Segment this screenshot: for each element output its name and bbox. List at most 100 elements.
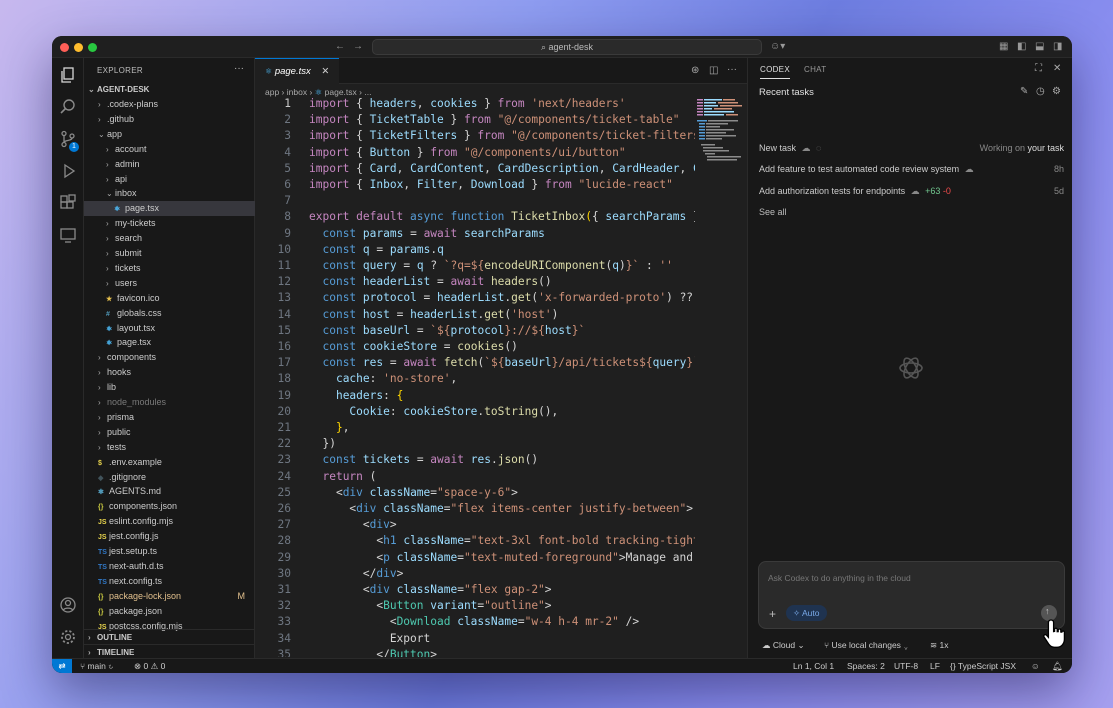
- tree-folder[interactable]: › prisma: [84, 410, 255, 425]
- tree-folder[interactable]: › tickets: [84, 261, 255, 276]
- run-debug-icon[interactable]: [59, 162, 77, 180]
- settings-gear-icon[interactable]: [59, 628, 77, 646]
- copilot-status-icon[interactable]: ☺: [1031, 659, 1040, 673]
- tree-file[interactable]: ⚛ page.tsx: [84, 201, 255, 217]
- tree-folder[interactable]: › tests: [84, 440, 255, 455]
- see-all-link[interactable]: See all: [759, 205, 1064, 219]
- history-icon[interactable]: ◷: [1036, 86, 1045, 97]
- remote-explorer-icon[interactable]: [59, 226, 77, 244]
- attempts-select[interactable]: ≋ 1x: [930, 640, 948, 651]
- new-task-icon[interactable]: ✎: [1020, 86, 1028, 97]
- branch-indicator[interactable]: ⑂ main ↻: [80, 659, 113, 673]
- tree-file[interactable]: ✱ AGENTS.md: [84, 484, 255, 499]
- tree-folder[interactable]: › users: [84, 276, 255, 291]
- indentation[interactable]: Spaces: 2: [847, 659, 885, 673]
- tree-file[interactable]: TS next.config.ts: [84, 574, 255, 589]
- forward-arrow-icon[interactable]: →: [353, 41, 363, 53]
- explorer-root-folder[interactable]: ⌄ AGENT-DESK: [84, 82, 255, 97]
- task-item[interactable]: Add feature to test automated code revie…: [759, 162, 1064, 176]
- tree-folder[interactable]: › components: [84, 350, 255, 365]
- close-window-button[interactable]: [60, 43, 69, 52]
- language-mode[interactable]: {} TypeScript JSX: [950, 659, 1016, 673]
- problems-indicator[interactable]: ⊗ 0 ⚠ 0: [134, 659, 165, 673]
- close-panel-icon[interactable]: ✕: [1053, 63, 1061, 74]
- line-number: 15: [277, 323, 291, 337]
- tree-folder[interactable]: › node_modules: [84, 395, 255, 410]
- customize-layout-icon[interactable]: ▦: [999, 41, 1008, 53]
- cursor-position[interactable]: Ln 1, Col 1: [793, 659, 834, 673]
- editor-more-icon[interactable]: ···: [727, 64, 737, 75]
- remote-indicator-icon[interactable]: ⇄: [52, 659, 72, 673]
- close-tab-icon[interactable]: ✕: [321, 66, 329, 77]
- tree-file[interactable]: $ .env.example: [84, 455, 255, 470]
- breadcrumb-item[interactable]: ...: [364, 87, 371, 97]
- minimap[interactable]: [695, 97, 747, 177]
- tree-folder[interactable]: › api: [84, 172, 255, 187]
- cloud-env-select[interactable]: ☁ Cloud ⌄: [762, 640, 805, 651]
- tree-file[interactable]: ⚛ page.tsx: [84, 335, 255, 350]
- cloud-icon: ☁: [964, 164, 974, 174]
- maximize-panel-icon[interactable]: ⛶: [1035, 63, 1042, 74]
- breadcrumb-item[interactable]: page.tsx: [325, 87, 357, 97]
- tree-folder[interactable]: ⌄ inbox: [84, 186, 255, 201]
- code-editor[interactable]: 1 2 3 4 5 6 7 8 9 10 11 12 13 14 15 16 17 18 19 20 21 22 23 24 2…: [255, 97, 695, 657]
- tree-file[interactable]: TS next-auth.d.ts: [84, 559, 255, 574]
- tree-file[interactable]: JS eslint.config.mjs: [84, 514, 255, 529]
- tab-page-tsx[interactable]: ⚛ page.tsx ✕: [255, 58, 339, 84]
- encoding[interactable]: UTF-8: [894, 659, 918, 673]
- timeline-section[interactable]: › TIMELINE: [84, 644, 255, 659]
- code-line: import { headers, cookies } from 'next/h…: [309, 97, 626, 110]
- tree-item-label: next-auth.d.ts: [109, 560, 164, 571]
- toggle-panel-icon[interactable]: ⬓: [1035, 41, 1044, 53]
- toggle-secondary-sidebar-icon[interactable]: ◨: [1053, 41, 1062, 53]
- maximize-window-button[interactable]: [88, 43, 97, 52]
- search-icon[interactable]: [59, 98, 77, 116]
- task-item[interactable]: Add authorization tests for endpoints ☁ …: [759, 184, 1064, 198]
- ts-file-icon: TS: [98, 563, 107, 571]
- chat-input[interactable]: Ask Codex to do anything in the cloud: [768, 573, 911, 583]
- tree-folder[interactable]: › admin: [84, 157, 255, 172]
- tree-file[interactable]: {} package.json: [84, 604, 255, 619]
- tree-folder[interactable]: › search: [84, 231, 255, 246]
- breadcrumb-item[interactable]: inbox: [287, 87, 307, 97]
- toggle-sidebar-icon[interactable]: ◧: [1017, 41, 1026, 53]
- tree-folder[interactable]: › account: [84, 142, 255, 157]
- notifications-icon[interactable]: 🔔︎: [1052, 659, 1063, 673]
- tree-file[interactable]: TS jest.setup.ts: [84, 544, 255, 559]
- auto-mode-button[interactable]: ✧ Auto: [786, 605, 827, 621]
- tab-chat[interactable]: CHAT: [804, 65, 826, 74]
- back-arrow-icon[interactable]: ←: [335, 41, 345, 53]
- tree-folder[interactable]: › hooks: [84, 365, 255, 380]
- task-new[interactable]: New task ☁ ◌ Working on your task: [759, 141, 1064, 155]
- tree-file[interactable]: # globals.css: [84, 306, 255, 321]
- minimize-window-button[interactable]: [74, 43, 83, 52]
- tree-folder[interactable]: › .codex-plans: [84, 97, 255, 112]
- tree-file[interactable]: ★ favicon.ico: [84, 291, 255, 306]
- tab-codex[interactable]: CODEX: [760, 65, 790, 79]
- tree-file[interactable]: ⚛ layout.tsx: [84, 321, 255, 336]
- copilot-edit-icon[interactable]: ⊛: [691, 65, 699, 76]
- tree-file[interactable]: {} components.json: [84, 499, 255, 514]
- settings-gear-icon[interactable]: ⚙: [1052, 86, 1061, 97]
- add-attachment-icon[interactable]: +: [769, 607, 776, 621]
- files-icon[interactable]: [59, 66, 77, 84]
- outline-section[interactable]: › OUTLINE: [84, 629, 255, 644]
- explorer-more-icon[interactable]: ···: [234, 63, 244, 74]
- accounts-icon[interactable]: [59, 596, 77, 614]
- tree-folder[interactable]: › my-tickets: [84, 216, 255, 231]
- breadcrumb-item[interactable]: app: [265, 87, 279, 97]
- tree-folder[interactable]: › lib: [84, 380, 255, 395]
- tree-folder[interactable]: ⌄ app: [84, 127, 255, 142]
- tree-file[interactable]: {} package-lock.json M: [84, 589, 255, 604]
- command-search-bar[interactable]: ⌕ agent-desk: [372, 39, 762, 55]
- local-changes-select[interactable]: ⑂ Use local changes ⌄: [824, 640, 908, 650]
- copilot-icon[interactable]: ☺▾: [770, 41, 785, 53]
- tree-folder[interactable]: › public: [84, 425, 255, 440]
- tree-folder[interactable]: › .github: [84, 112, 255, 127]
- tree-file[interactable]: ◆ .gitignore: [84, 470, 255, 485]
- split-editor-icon[interactable]: ◫: [709, 65, 718, 76]
- extensions-icon[interactable]: [59, 194, 77, 212]
- tree-file[interactable]: JS jest.config.js: [84, 529, 255, 544]
- end-of-line[interactable]: LF: [930, 659, 940, 673]
- tree-folder[interactable]: › submit: [84, 246, 255, 261]
